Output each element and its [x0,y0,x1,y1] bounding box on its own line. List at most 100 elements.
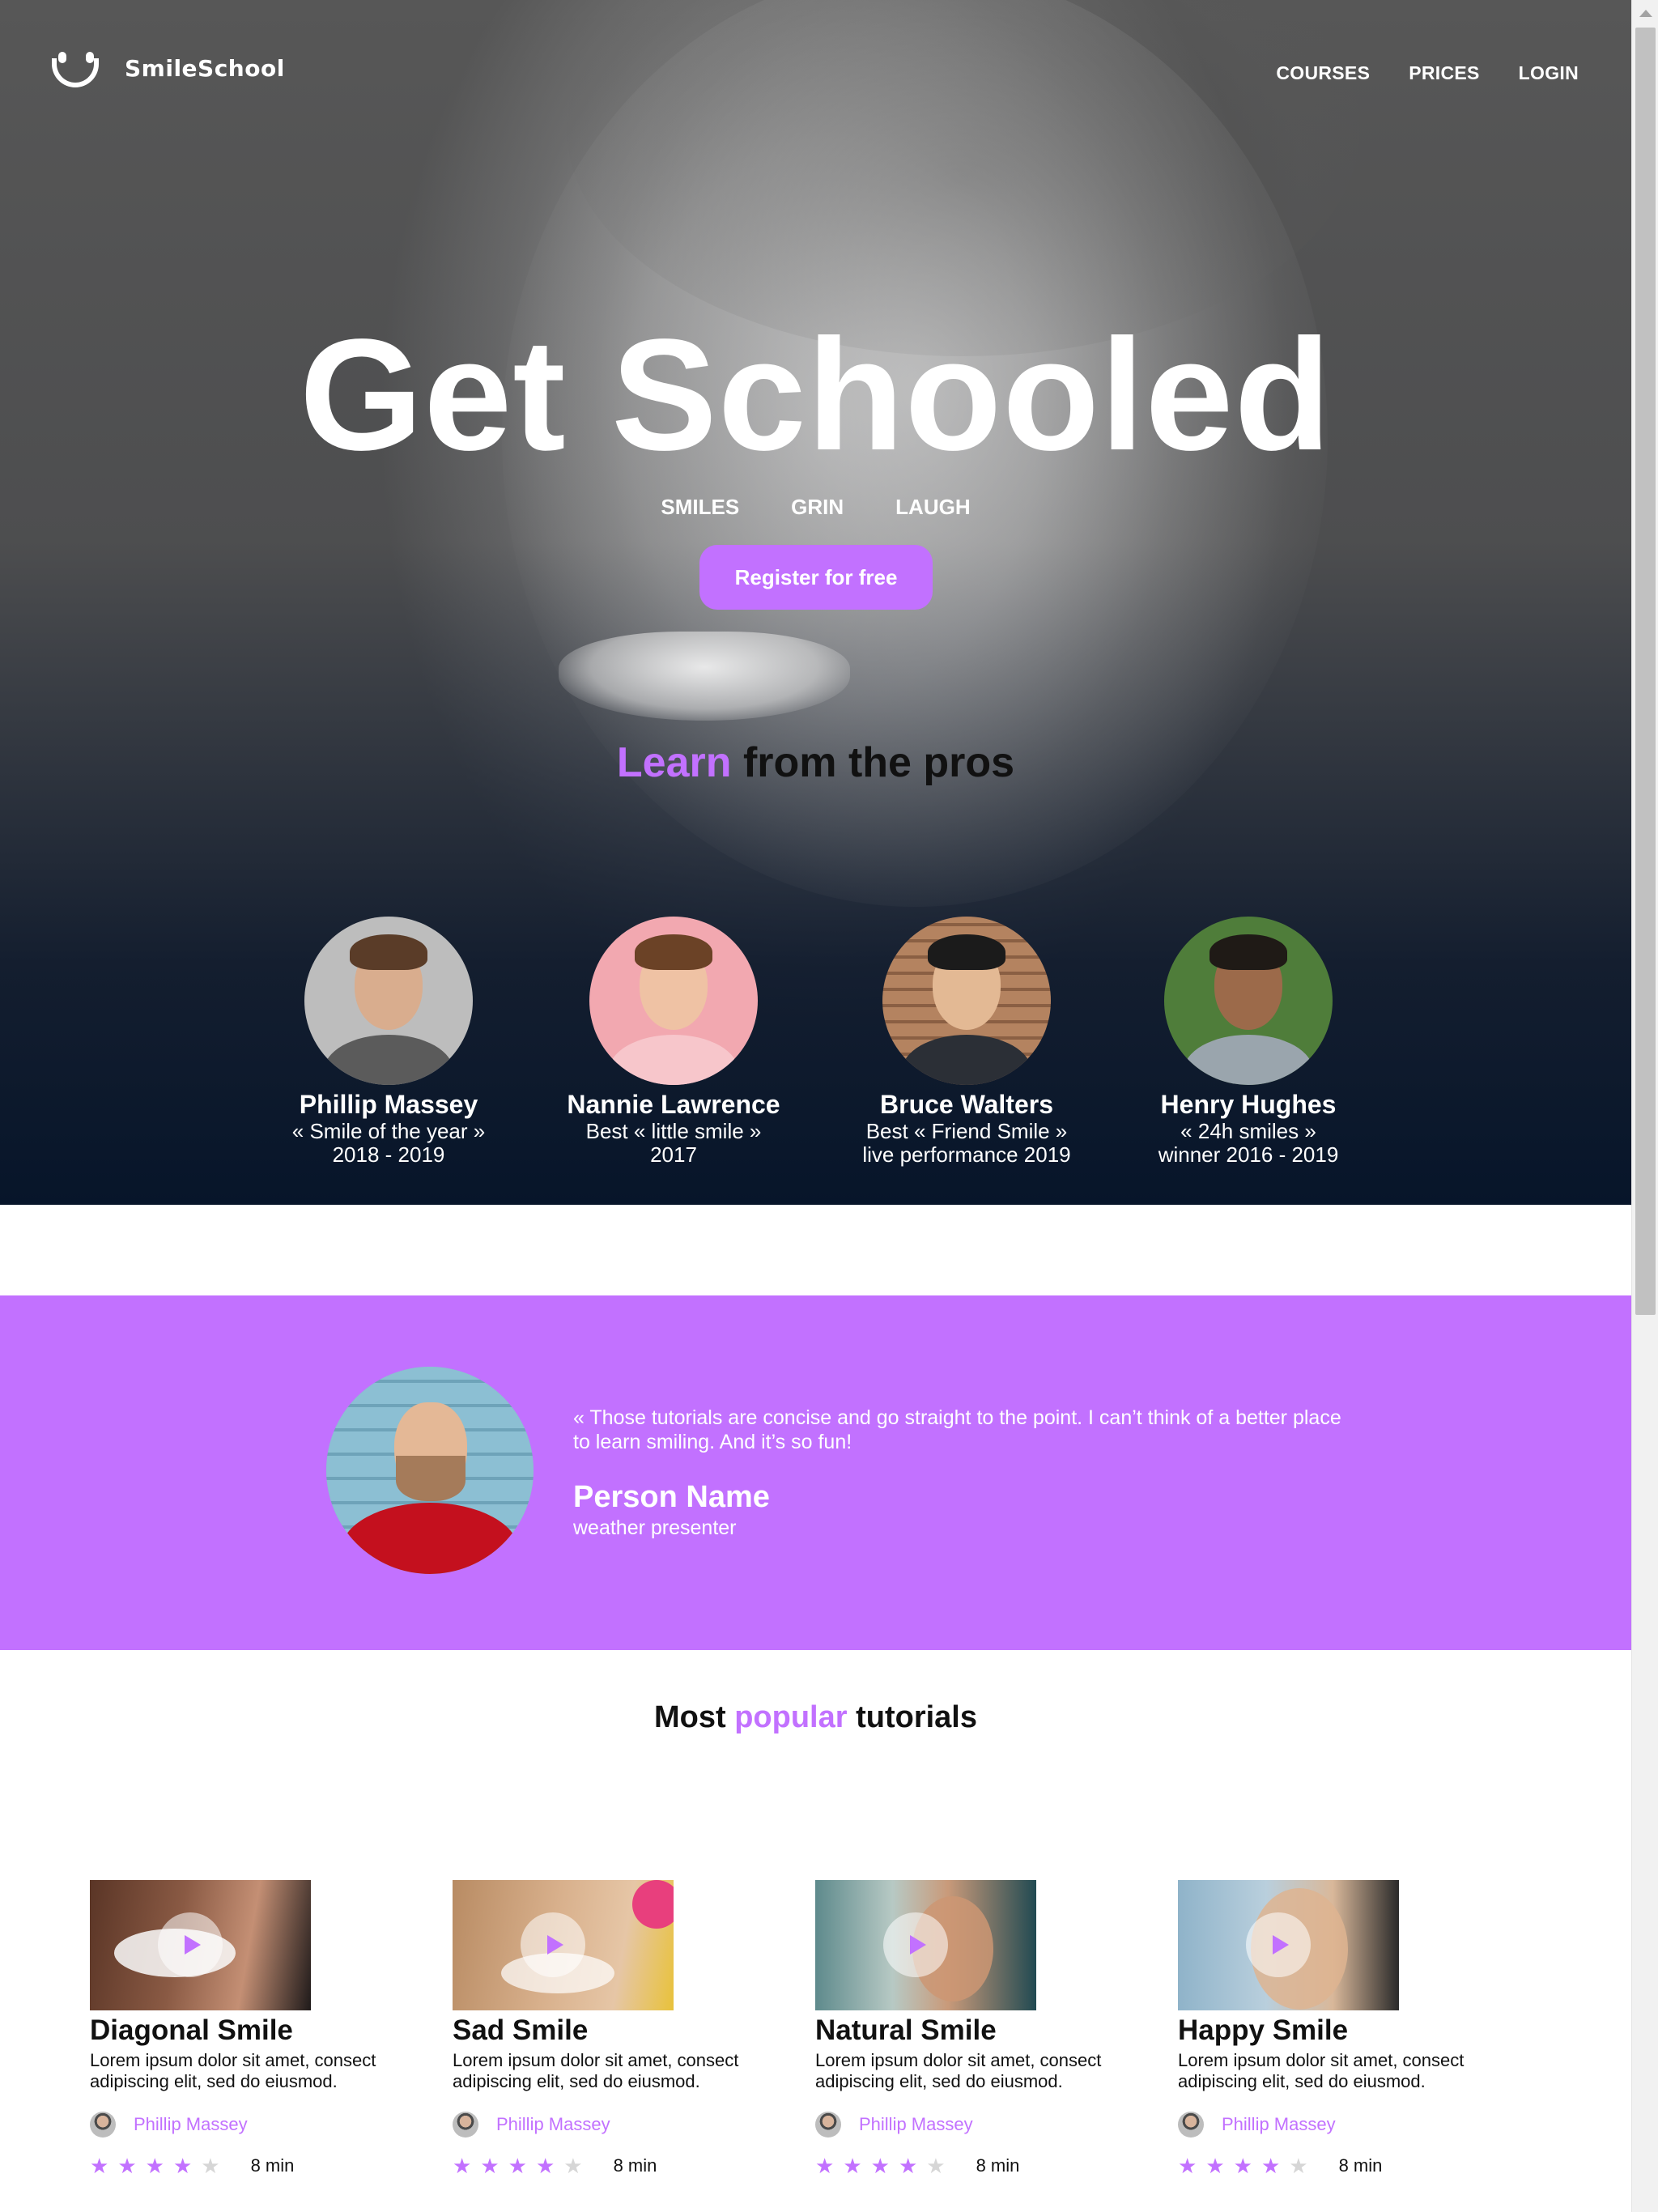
tutorial-meta: ★ ★ ★ ★ ★ 8 min [815,2155,1139,2176]
author-name[interactable]: Phillip Massey [1222,2114,1336,2135]
tutorial-description: Lorem ipsum dolor sit amet, consect adip… [1178,2049,1465,2091]
brand-name: SmileSchool [125,54,285,82]
author-name[interactable]: Phillip Massey [134,2114,248,2135]
star-icon: ★ [172,2154,193,2179]
pro-year: live performance 2019 [862,1142,1071,1167]
pro-card[interactable]: Nannie Lawrence Best « little smile » 20… [536,917,811,1167]
star-empty-icon: ★ [926,2154,946,2179]
tutorial-duration: 8 min [976,2155,1020,2176]
pro-card[interactable]: Bruce Walters Best « Friend Smile » live… [829,917,1104,1167]
play-icon[interactable] [883,1912,948,1977]
star-icon: ★ [480,2154,500,2179]
star-icon: ★ [815,2154,835,2179]
pro-name: Bruce Walters [880,1090,1053,1119]
star-icon: ★ [870,2154,890,2179]
tutorial-description: Lorem ipsum dolor sit amet, consect adip… [453,2049,739,2091]
testimonial-quote: « Those tutorials are concise and go str… [573,1406,1341,1453]
register-button[interactable]: Register for free [699,545,933,610]
pro-card[interactable]: Henry Hughes « 24h smiles » winner 2016 … [1111,917,1386,1167]
tutorial-card[interactable]: Natural Smile Lorem ipsum dolor sit amet… [815,1880,1139,2176]
tutorial-title[interactable]: Diagonal Smile [90,2014,414,2047]
pro-name: Henry Hughes [1160,1090,1337,1119]
star-icon: ★ [898,2154,918,2179]
tutorial-title[interactable]: Happy Smile [1178,2014,1502,2047]
rating-stars: ★ ★ ★ ★ ★ [90,2155,220,2176]
pro-award: « Smile of the year » [291,1118,486,1143]
star-icon: ★ [1261,2154,1281,2179]
tutorial-card[interactable]: Diagonal Smile Lorem ipsum dolor sit ame… [90,1880,414,2176]
tutorial-author[interactable]: Phillip Massey [90,2112,414,2138]
star-icon: ★ [117,2154,137,2179]
scroll-up-arrow-icon[interactable] [1632,0,1658,27]
rating-stars: ★ ★ ★ ★ ★ [453,2155,583,2176]
pro-name: Phillip Massey [299,1090,478,1119]
avatar [304,917,473,1085]
tutorial-title[interactable]: Sad Smile [453,2014,776,2047]
scrollbar-thumb[interactable] [1635,28,1656,1315]
tutorials-heading: Most popular tutorials [0,1700,1631,1735]
tutorial-card[interactable]: Happy Smile Lorem ipsum dolor sit amet, … [1178,1880,1502,2176]
testimonial-name: Person Name [573,1480,770,1514]
author-name[interactable]: Phillip Massey [496,2114,610,2135]
nav-courses-link[interactable]: COURSES [1276,62,1370,84]
hero-title: Get Schooled [299,306,1333,483]
nav-login-link[interactable]: LOGIN [1519,62,1579,84]
pro-year: winner 2016 - 2019 [1158,1142,1339,1167]
tutorial-thumbnail[interactable] [1178,1880,1399,2010]
tutorial-duration: 8 min [250,2155,295,2176]
author-avatar [453,2112,478,2138]
pro-year: 2018 - 2019 [332,1142,445,1167]
rating-stars: ★ ★ ★ ★ ★ [1178,2155,1308,2176]
tutorial-meta: ★ ★ ★ ★ ★ 8 min [90,2155,414,2176]
star-empty-icon: ★ [201,2154,220,2179]
star-icon: ★ [1178,2154,1197,2179]
testimonial-role: weather presenter [573,1516,737,1539]
vertical-scrollbar[interactable] [1631,0,1658,2212]
brand-logo[interactable]: SmileSchool [50,47,285,89]
learn-heading-accent: Learn [616,739,732,786]
pro-award: Best « little smile » [585,1118,762,1143]
tutorial-thumbnail[interactable] [453,1880,674,2010]
avatar [882,917,1051,1085]
avatar [1164,917,1333,1085]
pros-list: Phillip Massey « Smile of the year » 201… [0,917,1631,1176]
tutorials-heading-pre: Most [653,1700,726,1734]
star-empty-icon: ★ [563,2154,583,2179]
testimonial-avatar [326,1367,534,1574]
pro-name: Nannie Lawrence [567,1090,780,1119]
pro-year: 2017 [650,1142,697,1167]
star-icon: ★ [535,2154,555,2179]
tutorial-description: Lorem ipsum dolor sit amet, consect adip… [815,2049,1102,2091]
learn-heading-rest: from the pros [742,739,1015,786]
star-icon: ★ [508,2154,527,2179]
avatar [589,917,758,1085]
author-avatar [815,2112,841,2138]
tutorial-thumbnail[interactable] [815,1880,1036,2010]
play-icon[interactable] [158,1912,223,1977]
tutorial-duration: 8 min [613,2155,657,2176]
star-icon: ★ [145,2154,164,2179]
tutorial-title[interactable]: Natural Smile [815,2014,1139,2047]
pro-award: « 24h smiles » [1180,1118,1316,1143]
rating-stars: ★ ★ ★ ★ ★ [815,2155,946,2176]
tutorials-heading-post: tutorials [856,1700,977,1734]
tutorial-meta: ★ ★ ★ ★ ★ 8 min [453,2155,776,2176]
star-icon: ★ [1233,2154,1252,2179]
star-icon: ★ [1205,2154,1225,2179]
main-nav: COURSES PRICES LOGIN [1276,62,1579,84]
nav-prices-link[interactable]: PRICES [1409,62,1479,84]
tutorial-author[interactable]: Phillip Massey [815,2112,1139,2138]
star-icon: ★ [843,2154,862,2179]
pro-card[interactable]: Phillip Massey « Smile of the year » 201… [251,917,526,1167]
tutorial-thumbnail[interactable] [90,1880,311,2010]
star-empty-icon: ★ [1289,2154,1308,2179]
tutorial-duration: 8 min [1338,2155,1383,2176]
tutorial-author[interactable]: Phillip Massey [453,2112,776,2138]
author-name[interactable]: Phillip Massey [859,2114,973,2135]
play-icon[interactable] [521,1912,585,1977]
tutorial-author[interactable]: Phillip Massey [1178,2112,1502,2138]
hero-tags: SMILES GRIN LAUGH [0,495,1631,520]
play-icon[interactable] [1246,1912,1311,1977]
tutorial-card[interactable]: Sad Smile Lorem ipsum dolor sit amet, co… [453,1880,776,2176]
tutorial-description: Lorem ipsum dolor sit amet, consect adip… [90,2049,376,2091]
